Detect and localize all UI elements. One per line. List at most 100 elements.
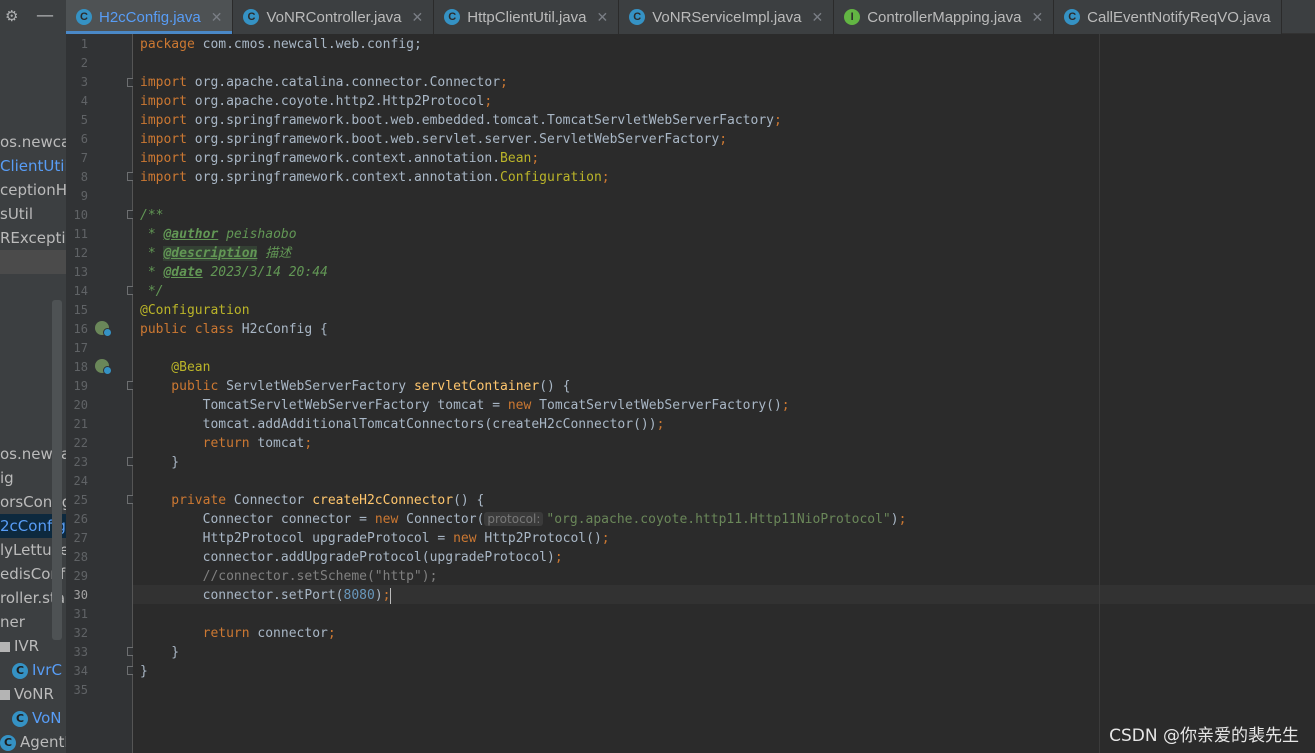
line-number: 31 bbox=[73, 607, 88, 621]
code-line: Connector connector = new Connector(prot… bbox=[140, 512, 907, 527]
parameter-hint: protocol: bbox=[484, 512, 544, 526]
code-line: import org.springframework.context.annot… bbox=[140, 151, 540, 166]
line-number: 28 bbox=[73, 550, 88, 564]
code-line: } bbox=[140, 455, 180, 470]
code-line: /** bbox=[140, 208, 164, 223]
class-icon: C bbox=[0, 734, 16, 751]
code-line: */ bbox=[140, 284, 164, 299]
line-number: 16 bbox=[73, 322, 88, 336]
close-icon[interactable]: ✕ bbox=[412, 9, 424, 26]
editor-tabs: C H2cConfig.java ✕ C VoNRController.java… bbox=[66, 0, 1315, 34]
project-item[interactable]: ceptionH bbox=[0, 178, 66, 202]
text-caret bbox=[390, 587, 392, 604]
code-editor[interactable]: package com.cmos.newcall.web.config; imp… bbox=[133, 34, 1315, 753]
tab-httpclientutil[interactable]: C HttpClientUtil.java ✕ bbox=[434, 0, 620, 34]
code-line: Http2Protocol upgradeProtocol = new Http… bbox=[140, 531, 610, 546]
code-line: @Bean bbox=[140, 360, 211, 375]
code-line: import org.apache.catalina.connector.Con… bbox=[140, 75, 508, 90]
code-line: tomcat.addAdditionalTomcatConnectors(cre… bbox=[140, 417, 665, 432]
interface-icon: I bbox=[844, 9, 861, 25]
code-line: import org.apache.coyote.http2.Http2Prot… bbox=[140, 94, 493, 109]
project-scrollbar[interactable] bbox=[52, 300, 62, 640]
line-number: 32 bbox=[73, 626, 88, 640]
right-margin-guide bbox=[1099, 34, 1100, 753]
line-number: 33 bbox=[73, 645, 88, 659]
tab-label: ControllerMapping.java bbox=[867, 8, 1022, 26]
code-line: private Connector createH2cConnector() { bbox=[140, 493, 485, 508]
tab-controllermapping[interactable]: I ControllerMapping.java ✕ bbox=[834, 0, 1055, 34]
code-line: import org.springframework.context.annot… bbox=[140, 170, 610, 185]
code-line: * @date 2023/3/14 20:44 bbox=[140, 265, 328, 280]
line-number-current: 30 bbox=[73, 588, 88, 602]
project-panel: ⚙ — os.newca ClientUtil ceptionH sUtil R… bbox=[0, 0, 66, 753]
line-number: 3 bbox=[80, 75, 88, 89]
tab-vonrserviceimpl[interactable]: C VoNRServiceImpl.java ✕ bbox=[619, 0, 835, 34]
project-item[interactable]: ner bbox=[0, 610, 25, 634]
code-line: package com.cmos.newcall.web.config; bbox=[140, 37, 422, 52]
close-icon[interactable]: ✕ bbox=[1031, 9, 1043, 26]
code-line: import org.springframework.boot.web.embe… bbox=[140, 113, 782, 128]
close-icon[interactable]: ✕ bbox=[596, 9, 608, 26]
project-item[interactable]: C VoN bbox=[12, 706, 62, 730]
code-line: * @author peishaobo bbox=[140, 227, 297, 242]
line-number: 34 bbox=[73, 664, 88, 678]
project-item[interactable]: ig bbox=[0, 466, 14, 490]
tab-label: VoNRServiceImpl.java bbox=[652, 8, 802, 26]
line-number: 27 bbox=[73, 531, 88, 545]
code-line: public ServletWebServerFactory servletCo… bbox=[140, 379, 571, 394]
project-item[interactable]: CAgentD bbox=[0, 730, 66, 753]
tab-label: CallEventNotifyReqVO.java bbox=[1087, 8, 1271, 26]
class-icon: C bbox=[629, 9, 646, 25]
code-line: * @description 描述 bbox=[140, 246, 292, 261]
project-item[interactable]: VoNR bbox=[0, 682, 54, 706]
tab-vonrcontroller[interactable]: C VoNRController.java ✕ bbox=[233, 0, 435, 34]
line-gutter: 1 2 3 4 5 6 7 8 9 10 11 12 13 14 15 16 1… bbox=[66, 34, 136, 753]
line-number: 4 bbox=[80, 94, 88, 108]
line-number: 15 bbox=[73, 303, 88, 317]
line-number: 11 bbox=[73, 227, 88, 241]
line-number: 8 bbox=[80, 170, 88, 184]
tab-label: HttpClientUtil.java bbox=[467, 8, 587, 26]
line-number: 22 bbox=[73, 436, 88, 450]
line-number: 26 bbox=[73, 512, 88, 526]
line-number: 23 bbox=[73, 455, 88, 469]
line-number: 35 bbox=[73, 683, 88, 697]
code-line: import org.springframework.boot.web.serv… bbox=[140, 132, 728, 147]
code-line: //connector.setScheme("http"); bbox=[140, 569, 438, 584]
code-line-current: connector.setPort(8080); bbox=[140, 587, 392, 604]
project-item[interactable]: IVR bbox=[0, 634, 39, 658]
line-number: 12 bbox=[73, 246, 88, 260]
line-number: 7 bbox=[80, 151, 88, 165]
line-number: 2 bbox=[80, 56, 88, 70]
code-line: public class H2cConfig { bbox=[140, 322, 328, 337]
code-line: connector.addUpgradeProtocol(upgradeProt… bbox=[140, 550, 563, 565]
line-number: 6 bbox=[80, 132, 88, 146]
line-number: 10 bbox=[73, 208, 88, 222]
project-item[interactable]: ClientUtil bbox=[0, 154, 66, 178]
project-item[interactable]: C IvrC bbox=[12, 658, 62, 682]
folder-icon bbox=[0, 641, 10, 652]
line-number: 20 bbox=[73, 398, 88, 412]
code-line: } bbox=[140, 645, 180, 660]
class-icon: C bbox=[76, 9, 92, 25]
code-line: @Configuration bbox=[140, 303, 250, 318]
hide-icon[interactable]: — bbox=[36, 5, 54, 26]
tab-h2cconfig[interactable]: C H2cConfig.java ✕ bbox=[66, 0, 234, 34]
close-icon[interactable]: ✕ bbox=[211, 9, 223, 26]
line-number: 5 bbox=[80, 113, 88, 127]
close-icon[interactable]: ✕ bbox=[811, 9, 823, 26]
project-item[interactable]: sUtil bbox=[0, 202, 33, 226]
tab-calleventnotifyreqvo[interactable]: C CallEventNotifyReqVO.java bbox=[1054, 0, 1282, 34]
project-item[interactable]: RExceptio bbox=[0, 226, 66, 250]
spring-bean-method-icon[interactable] bbox=[95, 359, 112, 375]
line-number: 1 bbox=[80, 37, 88, 51]
gear-icon[interactable]: ⚙ bbox=[5, 7, 18, 25]
class-icon: C bbox=[12, 662, 28, 679]
spring-bean-icon[interactable] bbox=[95, 321, 112, 337]
class-icon: C bbox=[12, 710, 28, 727]
tab-label: H2cConfig.java bbox=[99, 8, 201, 26]
line-number: 18 bbox=[73, 360, 88, 374]
project-item[interactable]: os.newca bbox=[0, 130, 66, 154]
line-number: 13 bbox=[73, 265, 88, 279]
line-number: 21 bbox=[73, 417, 88, 431]
